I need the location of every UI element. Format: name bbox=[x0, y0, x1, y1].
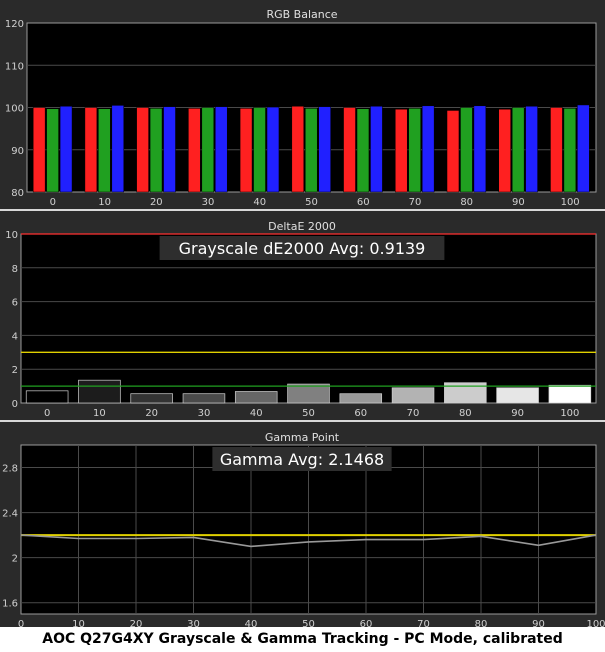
chart-1-bar bbox=[473, 105, 487, 193]
chart-1-bar bbox=[253, 107, 266, 193]
chart-1-x-tick: 50 bbox=[305, 197, 318, 208]
chart-2-x-tick: 20 bbox=[145, 408, 158, 419]
chart-3-x-tick: 90 bbox=[532, 619, 545, 627]
chart-2-x-tick: 80 bbox=[459, 408, 472, 419]
chart-3-y-tick: 2.8 bbox=[2, 464, 18, 475]
chart-2-x-tick: 40 bbox=[250, 408, 263, 419]
chart-1-bar bbox=[395, 108, 408, 193]
chart-1-bar bbox=[563, 108, 577, 193]
chart-2-y-tick: 2 bbox=[12, 365, 18, 376]
chart-1-y-tick: 90 bbox=[11, 146, 24, 157]
chart-1-y-tick: 120 bbox=[5, 19, 24, 30]
chart-1-y-tick: 110 bbox=[5, 61, 24, 72]
chart-1-bar bbox=[163, 106, 176, 193]
chart-1-y-tick: 100 bbox=[5, 104, 24, 115]
chart-2-y-tick: 4 bbox=[12, 331, 18, 342]
chart-2-bar bbox=[496, 387, 539, 404]
chart-2-x-tick: 90 bbox=[511, 408, 524, 419]
chart-1-x-tick: 40 bbox=[253, 197, 266, 208]
chart-3-y-tick: 2 bbox=[12, 554, 18, 565]
chart-2-annotation: Grayscale dE2000 Avg: 0.9139 bbox=[179, 239, 426, 258]
chart-1-bar bbox=[446, 110, 460, 193]
chart-1-x-tick: 30 bbox=[202, 197, 215, 208]
chart-2-x-tick: 60 bbox=[354, 408, 367, 419]
chart-1-bar bbox=[408, 108, 421, 193]
chart-2-bar bbox=[130, 393, 173, 404]
chart-1-bar bbox=[498, 108, 511, 193]
chart-1-bar bbox=[370, 105, 383, 193]
chart-2-bar bbox=[391, 387, 435, 404]
chart-3-title: Gamma Point bbox=[265, 431, 340, 444]
chart-1-bar bbox=[525, 105, 538, 193]
chart-1-x-tick: 80 bbox=[460, 197, 473, 208]
chart-1-y-tick: 80 bbox=[11, 188, 24, 199]
chart-1-bar bbox=[59, 105, 73, 193]
chart-1-bar bbox=[318, 106, 331, 193]
chart-2-x-tick: 0 bbox=[44, 408, 50, 419]
chart-1-bar bbox=[239, 108, 253, 193]
chart-1-x-tick: 20 bbox=[150, 197, 163, 208]
chart-2-y-tick: 6 bbox=[12, 298, 18, 309]
chart-2-x-tick: 100 bbox=[560, 408, 579, 419]
chart-3-x-tick: 60 bbox=[360, 619, 373, 627]
chart-2-x-tick: 50 bbox=[302, 408, 315, 419]
chart-2-bar bbox=[25, 390, 69, 404]
chart-2-y-tick: 0 bbox=[12, 399, 18, 410]
chart-3-y-tick: 1.6 bbox=[2, 599, 18, 610]
chart-1-x-tick: 0 bbox=[50, 197, 56, 208]
chart-3-x-tick: 100 bbox=[586, 619, 605, 627]
chart-1-bar bbox=[201, 107, 215, 193]
chart-3-x-tick: 80 bbox=[475, 619, 488, 627]
chart-1-bar bbox=[343, 107, 356, 193]
chart-2-bar bbox=[182, 393, 226, 404]
chart-1-bar bbox=[577, 104, 590, 193]
chart-1-bar bbox=[266, 106, 280, 193]
chart-2-y-tick: 10 bbox=[5, 230, 18, 241]
chart-1-x-tick: 60 bbox=[357, 197, 370, 208]
chart-2-y-tick: 8 bbox=[12, 264, 18, 275]
chart-2-x-tick: 70 bbox=[407, 408, 420, 419]
chart-1-bar bbox=[188, 108, 201, 193]
chart-1-bar bbox=[460, 107, 473, 193]
chart-3-x-tick: 10 bbox=[72, 619, 85, 627]
chart-3-x-tick: 40 bbox=[245, 619, 258, 627]
chart-3-x-tick: 70 bbox=[417, 619, 430, 627]
chart-2-bar bbox=[339, 393, 383, 404]
chart-canvas: RGB Balance80901001101200 10 20 30 40 50 60 70 8… bbox=[0, 8, 605, 627]
chart-2-bar bbox=[234, 391, 278, 404]
chart-1-x-tick: 90 bbox=[512, 197, 525, 208]
chart-1-bar bbox=[46, 108, 59, 193]
chart-1-x-tick: 70 bbox=[409, 197, 422, 208]
chart-2-x-tick: 10 bbox=[93, 408, 106, 419]
chart-1-bar bbox=[111, 105, 125, 193]
chart-1-bar bbox=[550, 107, 563, 193]
chart-1-bar bbox=[215, 106, 228, 193]
chart-3-x-tick: 0 bbox=[18, 619, 24, 627]
chart-3-y-tick: 2.4 bbox=[2, 509, 18, 520]
chart-1-bar bbox=[511, 107, 525, 193]
figure-caption: AOC Q27G4XY Grayscale & Gamma Tracking -… bbox=[0, 627, 605, 652]
chart-1-bar bbox=[421, 105, 435, 193]
chart-2-bar bbox=[548, 384, 592, 404]
chart-1-bar bbox=[305, 108, 318, 193]
chart-1-bar bbox=[32, 107, 46, 193]
chart-2-bar bbox=[287, 383, 330, 404]
chart-1-bar bbox=[149, 108, 163, 193]
chart-1-x-tick: 10 bbox=[98, 197, 111, 208]
chart-1-bar bbox=[84, 107, 98, 193]
chart-1-title: RGB Balance bbox=[266, 8, 337, 21]
chart-2-bar bbox=[78, 379, 121, 404]
chart-2-x-tick: 30 bbox=[198, 408, 211, 419]
chart-1-bar bbox=[356, 108, 370, 193]
chart-3-x-tick: 50 bbox=[302, 619, 315, 627]
chart-1-bar bbox=[136, 107, 149, 193]
chart-1-x-tick: 100 bbox=[561, 197, 580, 208]
chart-3-annotation: Gamma Avg: 2.1468 bbox=[220, 450, 384, 469]
chart-2-title: DeltaE 2000 bbox=[268, 220, 336, 233]
chart-3-x-tick: 30 bbox=[187, 619, 200, 627]
chart-1-bar bbox=[291, 105, 305, 193]
chart-1-bar bbox=[98, 108, 111, 193]
chart-3-x-tick: 20 bbox=[130, 619, 143, 627]
